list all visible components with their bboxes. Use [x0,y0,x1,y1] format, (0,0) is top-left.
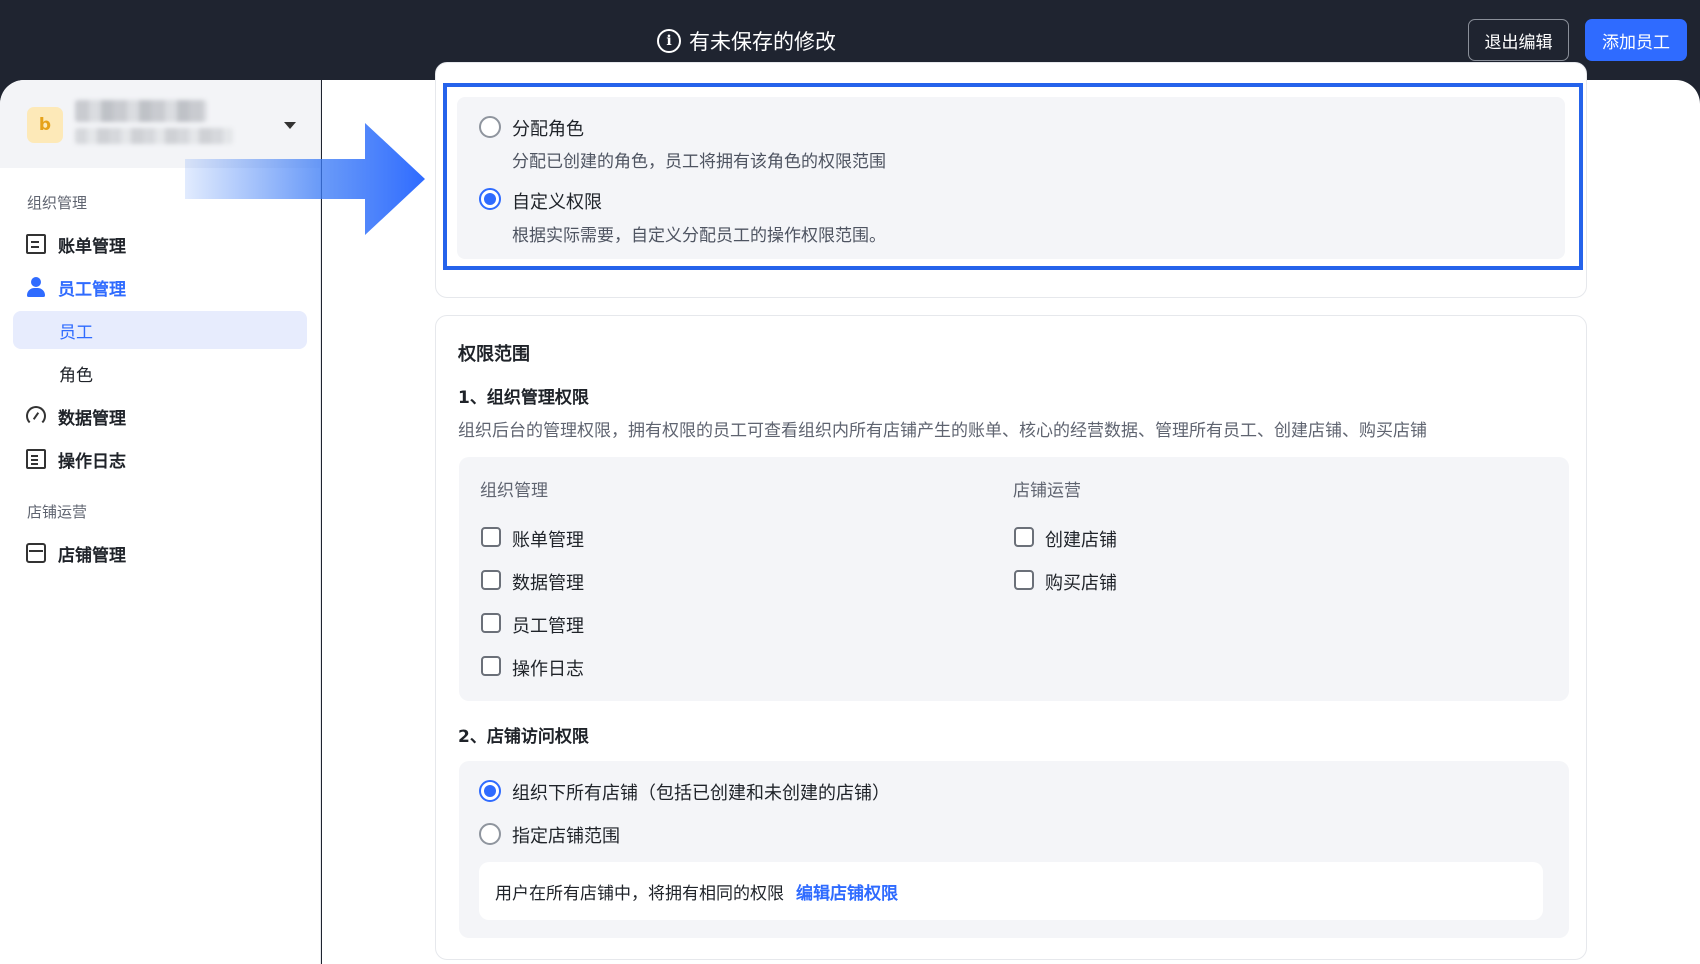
sidebar-item-staff[interactable]: 员工管理 [26,275,126,300]
unsaved-text: 有未保存的修改 [689,30,836,54]
checkbox-buy-shop[interactable] [1014,570,1034,590]
sidebar-subitem-role[interactable]: 角色 [13,354,307,392]
sidebar-subitem-staff[interactable]: 员工 [13,311,307,349]
group-title-org: 组织管理 [27,194,88,212]
sidebar-item-label: 操作日志 [58,451,126,472]
add-staff-button[interactable]: 添加员工 [1585,19,1687,61]
custom-permission-label: 自定义权限 [512,192,602,213]
checkbox-staff[interactable] [481,613,501,633]
custom-permission-desc: 根据实际需要，自定义分配员工的操作权限范围。 [512,226,886,246]
gauge-icon [26,406,46,426]
org-logo: b [27,107,63,143]
org-permission-desc: 组织后台的管理权限，拥有权限的员工可查看组织内所有店铺产生的账单、核心的经营数据… [458,421,1427,441]
sidebar-item-label: 店铺管理 [58,545,126,566]
sidebar-item-label: 员工管理 [58,279,126,300]
bill-icon [26,234,46,254]
checkbox-label: 创建店铺 [1045,530,1117,551]
edit-shop-permission-link[interactable]: 编辑店铺权限 [796,879,898,904]
assign-role-radio[interactable] [479,116,501,138]
blurred-org-name [75,100,207,122]
permission-scope-title: 权限范围 [458,344,530,365]
shop-permission-note: 用户在所有店铺中，将拥有相同的权限 编辑店铺权限 [479,862,1543,920]
checkbox-label: 操作日志 [512,659,584,680]
custom-permission-radio[interactable] [479,188,501,210]
unsaved-notice: i 有未保存的修改 [657,26,836,56]
exit-edit-button[interactable]: 退出编辑 [1468,19,1569,61]
note-text: 用户在所有店铺中，将拥有相同的权限 [495,883,784,904]
org-permission-title: 1、组织管理权限 [458,388,589,408]
assign-role-desc: 分配已创建的角色，员工将拥有该角色的权限范围 [512,152,886,172]
sidebar-item-bill[interactable]: 账单管理 [26,232,126,257]
sidebar-item-log[interactable]: 操作日志 [26,447,126,472]
checkbox-data[interactable] [481,570,501,590]
checkbox-label: 员工管理 [512,616,584,637]
col-head-org: 组织管理 [480,481,548,501]
group-title-shop: 店铺运营 [27,503,88,521]
sidebar-item-data[interactable]: 数据管理 [26,404,126,429]
checkbox-label: 数据管理 [512,573,584,594]
checkbox-label: 账单管理 [512,530,584,551]
specific-shops-radio[interactable] [479,823,501,845]
sidebar-item-label: 账单管理 [58,236,126,257]
specific-shops-label: 指定店铺范围 [512,826,620,847]
checkbox-log[interactable] [481,656,501,676]
checkbox-create-shop[interactable] [1014,527,1034,547]
sidebar-item-label: 数据管理 [58,408,126,429]
shop-access-title: 2、店铺访问权限 [458,727,589,747]
all-shops-label: 组织下所有店铺（包括已创建和未创建的店铺） [512,783,890,804]
checkbox-bill[interactable] [481,527,501,547]
sidebar-item-shop[interactable]: 店铺管理 [26,541,126,566]
user-icon [26,277,46,297]
info-icon: i [657,29,681,53]
checkbox-label: 购买店铺 [1045,573,1117,594]
all-shops-radio[interactable] [479,780,501,802]
assign-role-label: 分配角色 [512,119,584,140]
log-icon [26,449,46,469]
annotation-arrow-icon [185,123,425,235]
shop-icon [26,543,46,563]
col-head-shop: 店铺运营 [1013,481,1081,501]
